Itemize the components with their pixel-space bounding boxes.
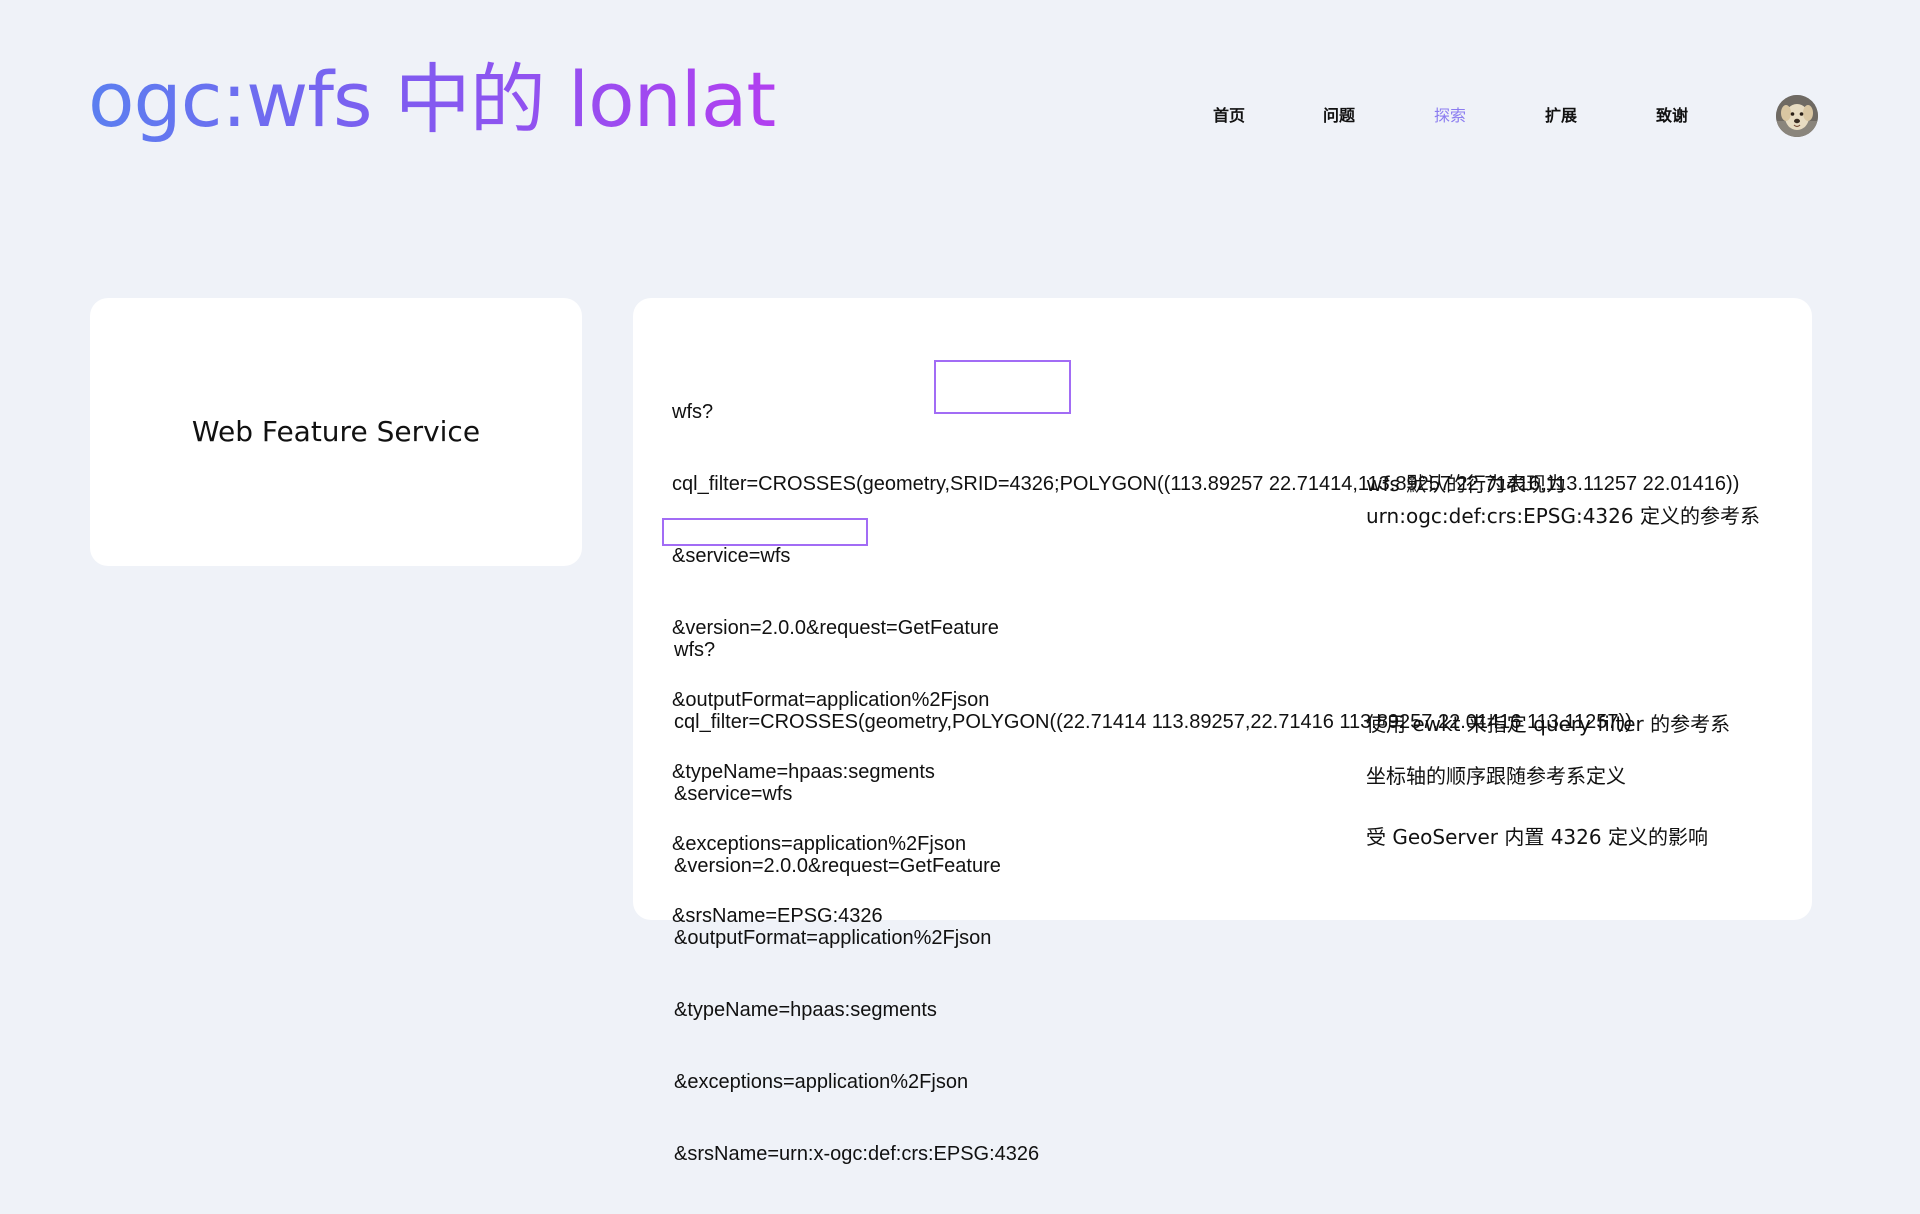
code-line: &version=2.0.0&request=GetFeature <box>674 855 1001 877</box>
srid-highlight-box <box>934 360 1071 414</box>
top-nav: 首页 问题 探索 扩展 致谢 <box>0 96 1920 136</box>
nav-item-extensions[interactable]: 扩展 <box>1545 96 1577 136</box>
avatar[interactable] <box>1776 95 1818 137</box>
code-line: &srsName=urn:x-ogc:def:crs:EPSG:4326 <box>674 1143 1040 1165</box>
dog-avatar-icon <box>1776 95 1818 137</box>
code-line: &typeName=hpaas:segments <box>674 999 937 1021</box>
summary-card: Web Feature Service <box>90 298 582 566</box>
note-ewkt: 使用 ewkt 来指定 query filter 的参考系 <box>1366 712 1731 736</box>
card-heading: Web Feature Service <box>191 415 481 448</box>
nav-item-thanks[interactable]: 致谢 <box>1656 96 1688 136</box>
nav-item-problems[interactable]: 问题 <box>1323 96 1355 136</box>
note-default-behavior-line-2: urn:ogc:def:crs:EPSG:4326 定义的参考系 <box>1366 504 1760 528</box>
code-line: cql_filter=CROSSES(geometry,SRID=4326;PO… <box>672 473 1740 495</box>
nav-item-home[interactable]: 首页 <box>1213 96 1245 136</box>
note-geoserver: 受 GeoServer 内置 4326 定义的影响 <box>1366 825 1708 849</box>
note-axis-order: 坐标轴的顺序跟随参考系定义 <box>1366 764 1626 788</box>
code-line: &service=wfs <box>672 545 791 567</box>
srsname-highlight-box <box>662 518 868 546</box>
wfs-request-block-2: wfs? cql_filter=CROSSES(geometry,POLYGON… <box>674 590 1632 1214</box>
code-line: &outputFormat=application%2Fjson <box>674 927 992 949</box>
code-line: &exceptions=application%2Fjson <box>674 1071 969 1093</box>
nav-item-explore[interactable]: 探索 <box>1434 96 1466 136</box>
code-line: wfs? <box>672 401 714 423</box>
note-default-behavior-line-1: wfs 默认的行为表现为 <box>1366 472 1567 496</box>
code-line: wfs? <box>674 639 716 661</box>
content-card: wfs? cql_filter=CROSSES(geometry,SRID=43… <box>633 298 1812 1165</box>
